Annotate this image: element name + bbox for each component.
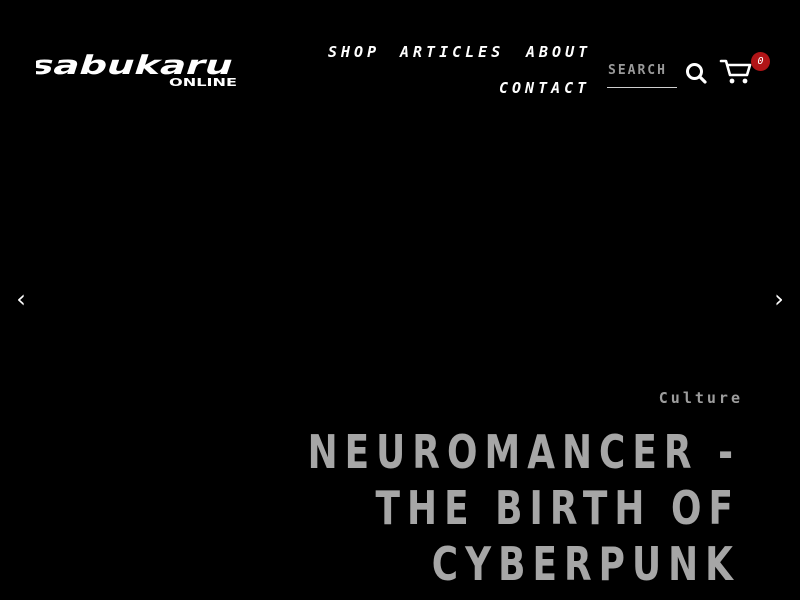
search-button[interactable] [684,61,708,85]
cart-count-badge: 0 [751,52,770,71]
nav-link-articles[interactable]: ARTICLES [400,43,504,61]
nav-link-about[interactable]: ABOUT [526,43,591,61]
search-input[interactable] [607,56,676,84]
cart-button[interactable] [719,56,755,86]
logo-subtext: ONLINE [169,76,237,89]
slide-title[interactable]: NEUROMANCER - THE BIRTH OF CYBERPUNK [194,424,740,592]
slider-next-button[interactable]: › [767,284,791,314]
search-box [607,56,677,88]
slider-prev-button[interactable]: ‹ [9,284,33,314]
slide-category-link[interactable]: Culture [659,389,743,407]
site-logo[interactable]: sabukaru ONLINE [36,50,242,92]
cart-icon [719,59,752,84]
search-icon [686,63,707,84]
logo-mark: sabukaru ONLINE [36,51,238,89]
main-nav: SHOP ARTICLES ABOUT CONTACT [300,40,596,110]
nav-link-contact[interactable]: CONTACT [499,79,590,97]
nav-link-shop[interactable]: SHOP [328,43,380,61]
